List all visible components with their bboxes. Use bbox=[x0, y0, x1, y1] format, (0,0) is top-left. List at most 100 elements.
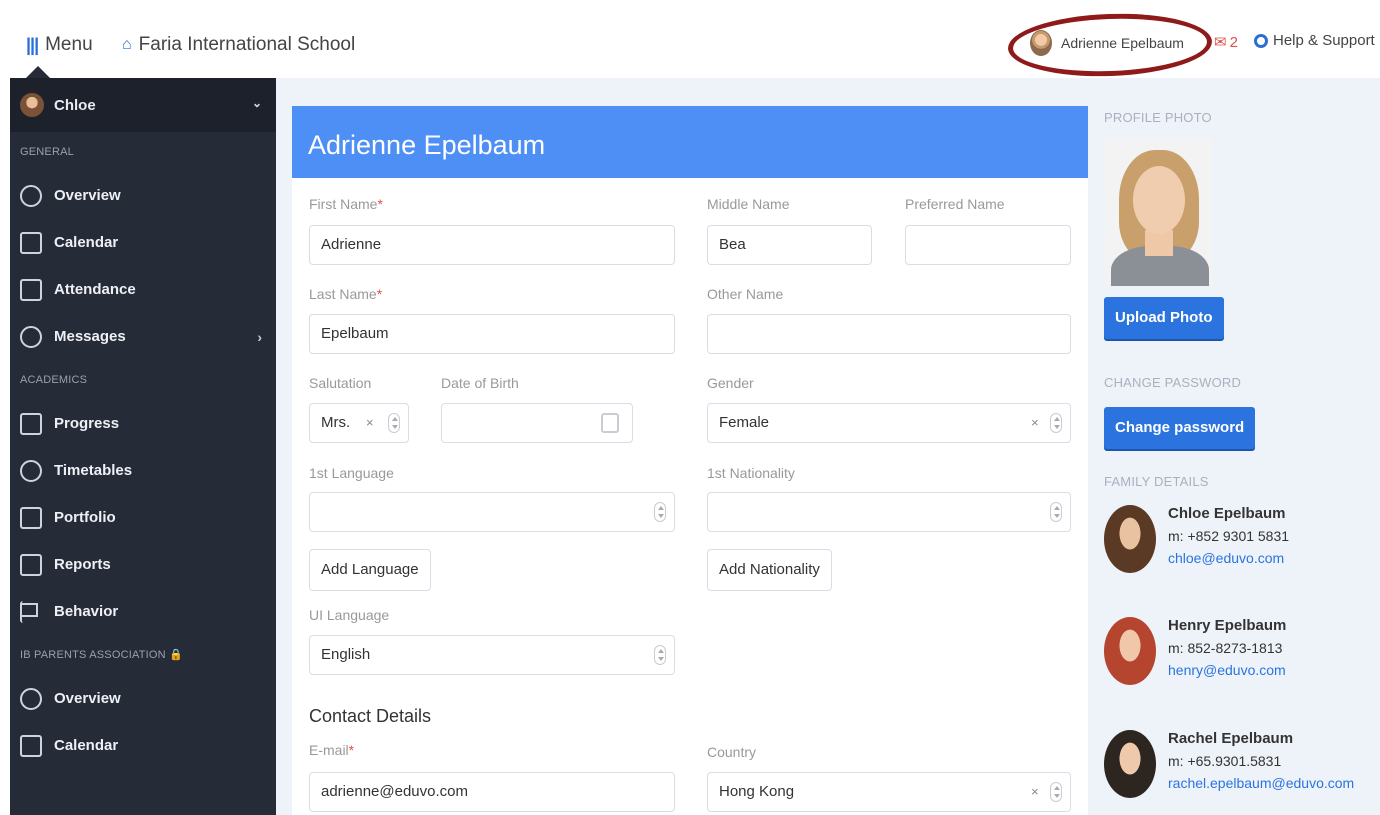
gender-select[interactable]: Female × bbox=[707, 403, 1071, 443]
sidebar-item-attendance[interactable]: Attendance bbox=[10, 266, 276, 313]
sidebar-item-behavior[interactable]: Behavior bbox=[10, 588, 276, 635]
sidebar-item-portfolio[interactable]: Portfolio bbox=[10, 494, 276, 541]
behavior-icon bbox=[20, 600, 42, 623]
mail-icon: ✉ bbox=[1214, 34, 1227, 51]
sidebar-item-timetables[interactable]: Timetables bbox=[10, 447, 276, 494]
last-name-label-text: Last Name bbox=[309, 286, 377, 302]
upload-photo-button[interactable]: Upload Photo bbox=[1104, 297, 1224, 339]
country-value: Hong Kong bbox=[719, 783, 795, 800]
section-general: GENERAL bbox=[20, 146, 74, 158]
sidebar-user-name: Chloe bbox=[54, 96, 96, 114]
menu-button[interactable]: ||| Menu bbox=[26, 34, 93, 56]
middle-name-field[interactable]: Bea bbox=[707, 225, 872, 265]
clear-icon[interactable]: × bbox=[366, 404, 374, 442]
first-name-label: First Name* bbox=[309, 196, 383, 212]
family-email-link[interactable]: rachel.epelbaum@eduvo.com bbox=[1168, 775, 1354, 791]
ui-language-select[interactable]: English bbox=[309, 635, 675, 675]
first-name-label-text: First Name bbox=[309, 196, 378, 212]
family-details-title: FAMILY DETAILS bbox=[1104, 474, 1209, 489]
family-avatar bbox=[1104, 617, 1156, 685]
section-association: IB PARENTS ASSOCIATION 🔒 bbox=[20, 649, 183, 661]
notifications-button[interactable]: ✉ 2 bbox=[1214, 33, 1238, 52]
last-name-field[interactable]: Epelbaum bbox=[309, 314, 675, 354]
first-name-field[interactable]: Adrienne bbox=[309, 225, 675, 265]
menu-label: Menu bbox=[45, 34, 93, 55]
reports-icon bbox=[20, 553, 42, 576]
clear-icon[interactable]: × bbox=[1031, 404, 1039, 442]
family-avatar bbox=[1104, 505, 1156, 573]
sidebar-item-label: Timetables bbox=[54, 462, 133, 479]
sidebar-item-label: Behavior bbox=[54, 603, 119, 620]
family-member: Chloe Epelbaum m: +852 9301 5831 chloe@e… bbox=[1104, 505, 1374, 585]
sidebar-item-overview[interactable]: Overview bbox=[10, 172, 276, 219]
add-language-button[interactable]: Add Language bbox=[309, 549, 431, 591]
select-arrows-icon bbox=[654, 645, 666, 665]
salutation-select[interactable]: Mrs. × bbox=[309, 403, 409, 443]
email-field[interactable]: adrienne@eduvo.com bbox=[309, 772, 675, 812]
sidebar-item-label: Overview bbox=[54, 690, 121, 707]
other-name-field[interactable] bbox=[707, 314, 1071, 354]
first-nationality-select[interactable] bbox=[707, 492, 1071, 532]
sidebar-item-label: Calendar bbox=[54, 234, 119, 251]
dob-label: Date of Birth bbox=[441, 375, 519, 391]
photo-face bbox=[1133, 166, 1185, 234]
middle-name-label: Middle Name bbox=[707, 196, 790, 212]
family-phone: m: 852-8273-1813 bbox=[1168, 640, 1283, 656]
sidebar-item-calendar[interactable]: Calendar bbox=[10, 219, 276, 266]
clear-icon[interactable]: × bbox=[1031, 773, 1039, 811]
overview-icon bbox=[20, 687, 42, 710]
family-name: Rachel Epelbaum bbox=[1168, 730, 1294, 747]
school-name: Faria International School bbox=[138, 34, 356, 55]
chevron-down-icon: ⌄ bbox=[251, 96, 262, 110]
sidebar-item-association-calendar[interactable]: Calendar bbox=[10, 722, 276, 769]
required-mark: * bbox=[376, 286, 383, 302]
salutation-label: Salutation bbox=[309, 375, 372, 391]
sidebar-item-messages[interactable]: Messages › bbox=[10, 313, 276, 360]
first-language-label: 1st Language bbox=[309, 465, 394, 481]
child-avatar bbox=[20, 93, 44, 117]
sidebar-item-progress[interactable]: Progress bbox=[10, 400, 276, 447]
family-email-link[interactable]: chloe@eduvo.com bbox=[1168, 550, 1284, 566]
portfolio-icon bbox=[20, 506, 42, 529]
top-bar: ||| Menu ⌂ Faria International School Ad… bbox=[0, 0, 1380, 80]
chevron-right-icon: › bbox=[257, 328, 262, 345]
progress-icon bbox=[20, 412, 42, 435]
messages-icon bbox=[20, 325, 42, 348]
home-icon: ⌂ bbox=[122, 36, 132, 53]
country-select[interactable]: Hong Kong × bbox=[707, 772, 1071, 812]
gender-label: Gender bbox=[707, 375, 754, 391]
contact-details-heading: Contact Details bbox=[309, 706, 432, 726]
first-nationality-label: 1st Nationality bbox=[707, 465, 795, 481]
last-name-label: Last Name* bbox=[309, 286, 382, 302]
page-title: Adrienne Epelbaum bbox=[292, 106, 1088, 178]
change-password-button[interactable]: Change password bbox=[1104, 407, 1256, 449]
sidebar-item-association-overview[interactable]: Overview bbox=[10, 675, 276, 722]
sidebar-item-label: Overview bbox=[54, 187, 121, 204]
help-support-link[interactable]: Help & Support bbox=[1254, 32, 1375, 49]
help-icon bbox=[1254, 33, 1268, 48]
add-nationality-button[interactable]: Add Nationality bbox=[707, 549, 832, 591]
salutation-value: Mrs. bbox=[321, 414, 351, 431]
family-email-link[interactable]: henry@eduvo.com bbox=[1168, 662, 1286, 678]
overview-icon bbox=[20, 184, 42, 207]
select-arrows-icon bbox=[1050, 502, 1062, 522]
preferred-name-field[interactable] bbox=[905, 225, 1071, 265]
sidebar-item-label: Attendance bbox=[54, 281, 136, 298]
sidebar-item-label: Portfolio bbox=[54, 509, 116, 526]
calendar-picker-icon[interactable] bbox=[601, 413, 619, 433]
change-password-title: CHANGE PASSWORD bbox=[1104, 375, 1242, 390]
email-label: E-mail* bbox=[309, 742, 354, 758]
required-mark: * bbox=[348, 742, 355, 758]
school-link[interactable]: ⌂ Faria International School bbox=[122, 34, 355, 56]
notification-count: 2 bbox=[1229, 33, 1238, 51]
section-academics: ACADEMICS bbox=[20, 374, 88, 386]
menu-bars-icon: ||| bbox=[26, 34, 39, 55]
sidebar-item-reports[interactable]: Reports bbox=[10, 541, 276, 588]
preferred-name-label: Preferred Name bbox=[905, 196, 1005, 212]
sidebar-user-switcher[interactable]: Chloe ⌄ bbox=[10, 78, 276, 132]
ui-language-label: UI Language bbox=[309, 607, 390, 623]
first-language-select[interactable] bbox=[309, 492, 675, 532]
sidebar-item-label: Reports bbox=[54, 556, 111, 573]
family-name: Henry Epelbaum bbox=[1168, 617, 1287, 634]
family-name: Chloe Epelbaum bbox=[1168, 505, 1286, 522]
